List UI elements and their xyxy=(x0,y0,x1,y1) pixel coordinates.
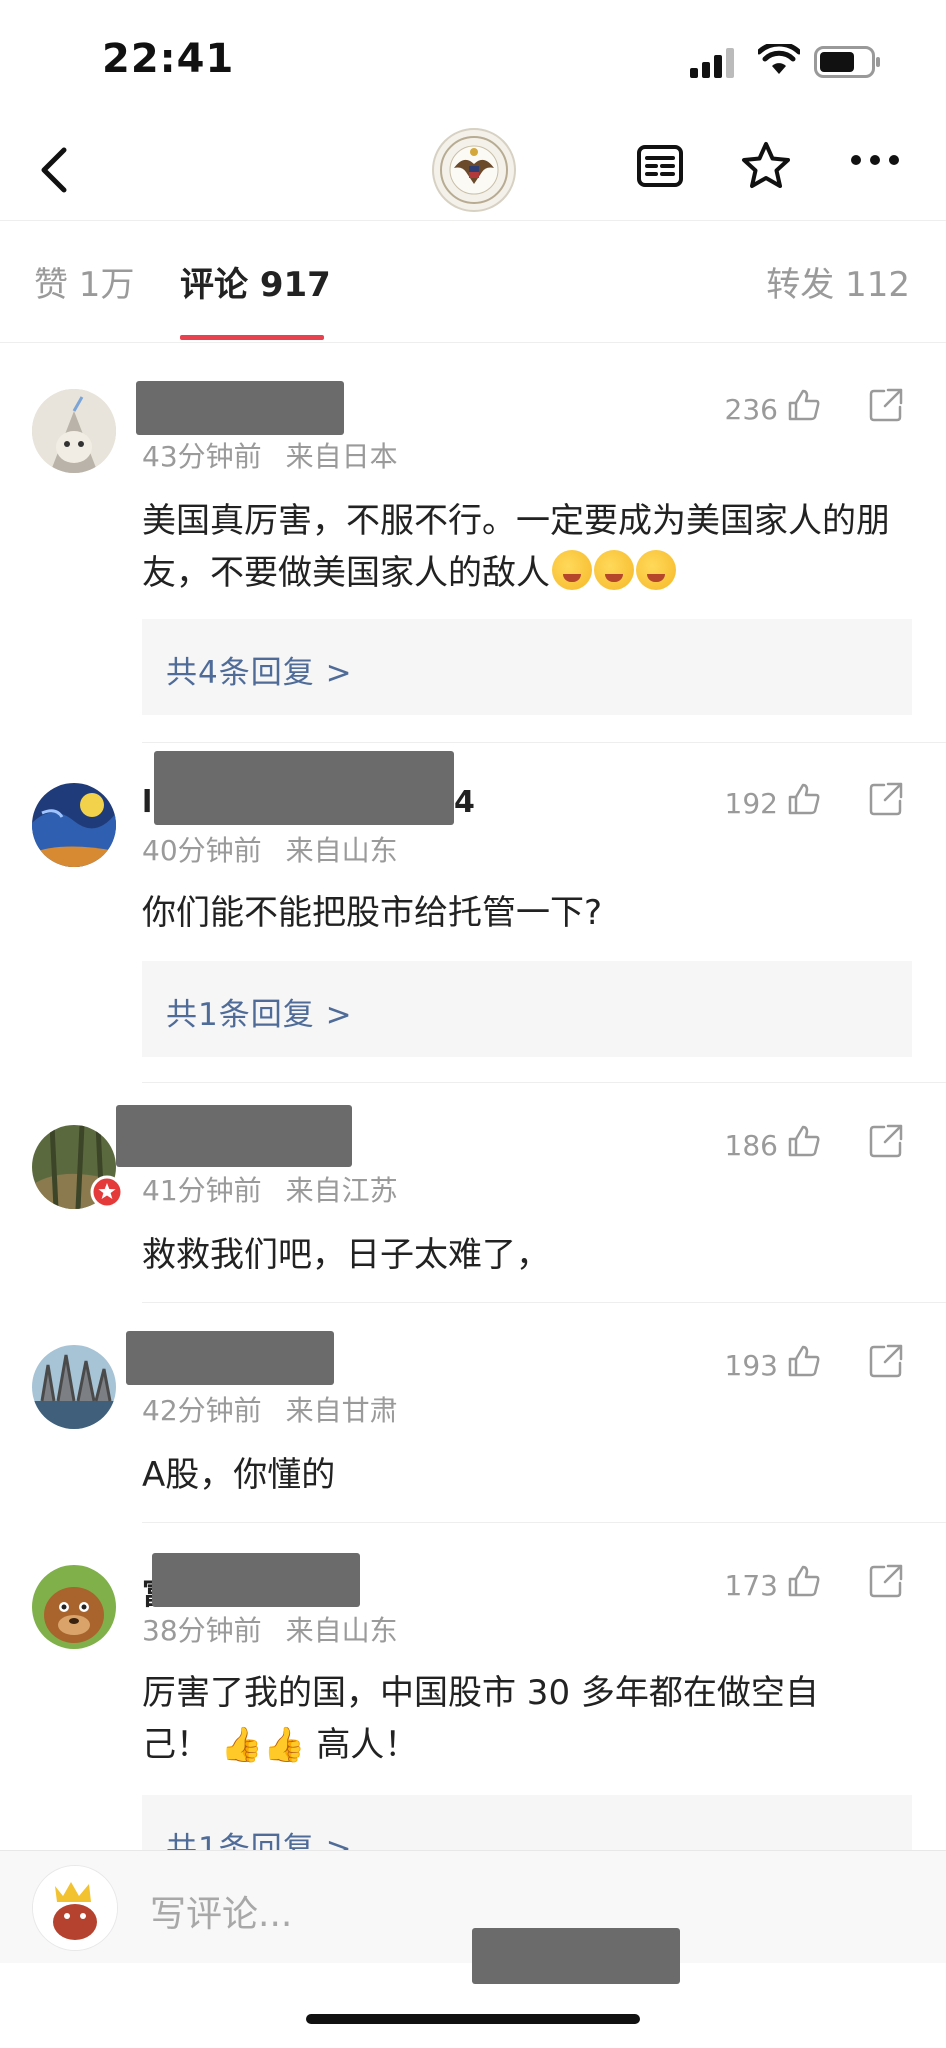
emoji-icon xyxy=(636,550,676,590)
comment-text-line: 厉害了我的国，中国股市 30 多年都在做空自 xyxy=(142,1673,819,1713)
comment-item: 富 38分钟前来自山东 173 厉害了我的国，中国股市 30 多年都在做空自 己… xyxy=(0,1523,946,1850)
thumbs-up-icon[interactable] xyxy=(786,781,822,817)
comment-item: 41分钟前 来自江苏 186 救救我们吧，日子太难了， xyxy=(0,1083,946,1303)
comment-text: 厉害了我的国，中国股市 30 多年都在做空自 己！ 👍👍 高人！ xyxy=(142,1667,902,1771)
thumbs-up-emoji-icon: 👍 xyxy=(220,1725,264,1765)
star-icon[interactable] xyxy=(740,140,792,192)
active-tab-indicator xyxy=(180,335,324,340)
thumbs-up-icon[interactable] xyxy=(786,1563,822,1599)
comment-time: 43分钟前 xyxy=(142,440,262,473)
wifi-icon xyxy=(758,44,800,74)
like-count: 186 xyxy=(724,1129,778,1162)
battery-icon xyxy=(814,46,880,78)
share-icon[interactable] xyxy=(868,1343,904,1379)
home-indicator[interactable] xyxy=(306,2014,640,2024)
share-icon[interactable] xyxy=(868,781,904,817)
tab-reposts[interactable]: 转发 112 xyxy=(766,257,910,306)
comment-text: A股，你懂的 xyxy=(142,1455,336,1495)
avatar[interactable] xyxy=(32,1865,118,1951)
username-redacted[interactable] xyxy=(136,381,344,435)
replies-label: 共1条回复 > xyxy=(166,1831,353,1850)
comment-location: 来自山东 xyxy=(285,834,398,867)
comment-location: 来自甘肃 xyxy=(285,1394,398,1427)
comment-text: 你们能不能把股市给托管一下? xyxy=(142,893,603,933)
comment-text-part: 高人！ xyxy=(316,1725,419,1765)
username-redacted[interactable] xyxy=(116,1105,352,1167)
username-suffix[interactable]: 4 xyxy=(454,785,475,820)
status-bar: 22:41 xyxy=(0,0,946,120)
avatar[interactable] xyxy=(32,389,116,473)
replies-link[interactable]: 共1条回复 > xyxy=(142,961,912,1057)
tab-comments[interactable]: 评论 917 xyxy=(180,257,331,306)
avatar[interactable] xyxy=(32,1345,116,1429)
replies-link[interactable]: 共4条回复 > xyxy=(142,619,912,715)
comment-meta: 38分钟前 来自山东 xyxy=(142,1609,398,1649)
comment-meta: 43分钟前 来自日本 xyxy=(142,435,398,475)
comment-text: 美国真厉害，不服不行。一定要成为美国家人的朋友，不要做美国家人的敌人 xyxy=(142,495,902,599)
like-count: 193 xyxy=(724,1349,778,1382)
username-redacted[interactable] xyxy=(126,1331,334,1385)
redacted-block xyxy=(472,1928,680,1984)
comment-location: 来自日本 xyxy=(285,440,398,473)
eagle-seal-icon[interactable] xyxy=(432,128,516,212)
share-icon[interactable] xyxy=(868,1563,904,1599)
thumbs-up-icon[interactable] xyxy=(786,1123,822,1159)
comment-meta: 41分钟前 来自江苏 xyxy=(142,1169,398,1209)
cell-signal-icon xyxy=(690,48,734,78)
status-time: 22:41 xyxy=(102,36,235,82)
comment-item: ll 4 40分钟前 来自山东 192 你们能不能把股市给托管一下? 共1条回复 … xyxy=(0,743,946,1083)
share-icon[interactable] xyxy=(868,387,904,423)
comment-text-part: 己！ xyxy=(142,1725,210,1765)
replies-label: 共4条回复 > xyxy=(166,655,353,691)
comment-time: 42分钟前 xyxy=(142,1394,262,1427)
avatar[interactable] xyxy=(32,783,116,867)
like-count: 173 xyxy=(724,1569,778,1602)
emoji-icon xyxy=(594,550,634,590)
comment-text: 救救我们吧，日子太难了， xyxy=(142,1235,550,1275)
tab-likes[interactable]: 赞 1万 xyxy=(34,257,134,306)
replies-link[interactable]: 共1条回复 > xyxy=(142,1795,912,1850)
like-count: 192 xyxy=(724,787,778,820)
comment-time: 38分钟前 xyxy=(142,1614,262,1647)
comment-meta: 42分钟前 来自甘肃 xyxy=(142,1389,398,1429)
verified-star-badge xyxy=(90,1175,124,1209)
thumbs-up-icon[interactable] xyxy=(786,387,822,423)
more-dots-icon[interactable] xyxy=(850,154,900,166)
username-redacted[interactable] xyxy=(152,1553,360,1607)
avatar[interactable] xyxy=(32,1565,116,1649)
top-nav-bar xyxy=(0,120,946,221)
comment-meta: 40分钟前 来自山东 xyxy=(142,829,398,869)
share-icon[interactable] xyxy=(868,1123,904,1159)
article-icon[interactable] xyxy=(636,144,684,188)
thumbs-up-icon[interactable] xyxy=(786,1343,822,1379)
comment-time: 40分钟前 xyxy=(142,834,262,867)
emoji-icon xyxy=(552,550,592,590)
like-count: 236 xyxy=(724,393,778,426)
comment-input[interactable]: 写评论... xyxy=(150,1885,292,1937)
replies-label: 共1条回复 > xyxy=(166,997,353,1033)
comment-location: 来自江苏 xyxy=(285,1174,398,1207)
comment-location: 来自山东 xyxy=(285,1614,398,1647)
thumbs-up-emoji-icon: 👍 xyxy=(263,1725,306,1765)
username-redacted[interactable] xyxy=(154,751,454,825)
chevron-left-icon[interactable] xyxy=(32,142,82,198)
comment-time: 41分钟前 xyxy=(142,1174,262,1207)
comment-item: 43分钟前 来自日本 236 美国真厉害，不服不行。一定要成为美国家人的朋友，不要… xyxy=(0,343,946,723)
comment-text-line: 己！ 👍👍 高人！ xyxy=(142,1719,902,1771)
comment-text-content: 美国真厉害，不服不行。一定要成为美国家人的朋友，不要做美国家人的敌人 xyxy=(142,501,890,593)
comment-tabs: 赞 1万 评论 917 转发 112 xyxy=(0,221,946,343)
comment-item: 42分钟前 来自甘肃 193 A股，你懂的 xyxy=(0,1303,946,1523)
